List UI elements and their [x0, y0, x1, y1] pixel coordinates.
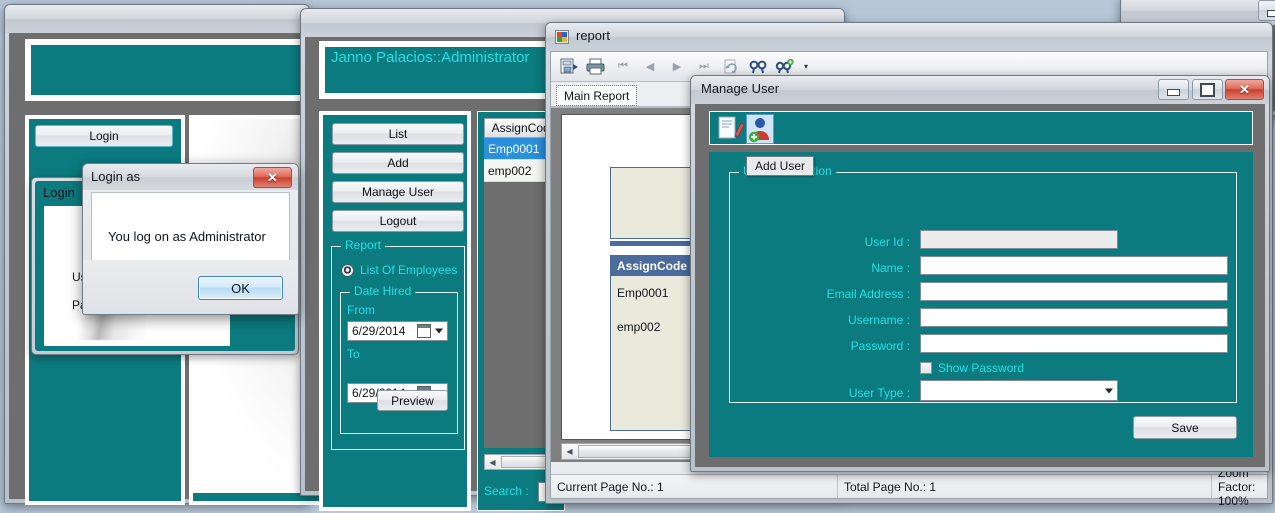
first-page-icon[interactable]: ⏮ [611, 56, 635, 78]
manage-user-minimize-button[interactable] [1158, 79, 1189, 100]
from-label: From [347, 303, 375, 317]
minimize-glyph [1259, 1, 1275, 20]
list-of-employees-label: List Of Employees [360, 263, 457, 277]
minimize-glyph [1159, 80, 1188, 99]
manage-user-panel: User Information User Id : Name : Email … [709, 152, 1253, 457]
edit-user-icon[interactable] [716, 115, 744, 143]
user-id-field[interactable] [920, 230, 1118, 249]
user-type-select[interactable] [920, 380, 1118, 401]
chevron-down-icon [435, 329, 443, 334]
login-button[interactable]: Login [35, 125, 173, 147]
report-window-titlebar[interactable]: report [546, 23, 1272, 51]
save-button[interactable]: Save [1133, 416, 1237, 439]
zoom-factor-status: Zoom Factor: 100% [1212, 475, 1267, 498]
command-panel: List Add Manage User Logout Report List … [323, 115, 467, 507]
preview-button[interactable]: Preview [377, 390, 448, 411]
show-password-label: Show Password [938, 361, 1024, 375]
current-page-status: Current Page No.: 1 [551, 475, 838, 498]
vb-form-icon [555, 30, 569, 44]
calendar-icon [417, 324, 431, 338]
date-from-picker[interactable]: 6/29/2014 [347, 321, 448, 341]
report-cell: Emp0001 [611, 286, 668, 300]
manage-user-dialog[interactable]: Manage User ✕ [690, 75, 1270, 472]
password-field[interactable] [920, 334, 1228, 353]
radio-indicator [341, 264, 354, 277]
close-icon: ✕ [1226, 80, 1263, 99]
print-icon[interactable] [584, 56, 608, 78]
login-as-title: Login as [91, 169, 140, 184]
add-user-tooltip: Add User [746, 156, 814, 176]
scroll-left-arrow-icon[interactable]: ◀ [562, 444, 577, 459]
manage-user-close-button[interactable]: ✕ [1225, 79, 1264, 100]
date-hired-caption: Date Hired [350, 284, 415, 298]
date-hired-groupbox: Date Hired From 6/29/2014 To 6/29/2014 [340, 292, 458, 434]
logout-button[interactable]: Logout [332, 210, 464, 232]
chevron-down-icon [1105, 388, 1113, 393]
email-address-field[interactable] [920, 282, 1228, 301]
report-window-title: report [576, 28, 610, 43]
maximize-glyph [1193, 80, 1222, 99]
report-groupbox: Report List Of Employees Date Hired From… [331, 246, 465, 450]
command-panel-frame: List Add Manage User Logout Report List … [319, 111, 471, 511]
export-icon[interactable] [557, 56, 581, 78]
report-cell: emp002 [611, 320, 660, 334]
add-button[interactable]: Add [332, 152, 464, 174]
name-label: Name : [770, 261, 910, 275]
manage-user-maximize-button[interactable] [1192, 79, 1223, 100]
user-type-label: User Type : [770, 386, 910, 400]
search-label: Search : [484, 484, 529, 498]
login-as-close-button[interactable]: ✕ [253, 167, 292, 188]
close-icon: ✕ [254, 168, 291, 187]
list-of-employees-radio[interactable]: List Of Employees [341, 263, 457, 277]
login-subwindow-title: Login [43, 185, 75, 200]
login-as-footer: OK [83, 260, 298, 314]
date-from-value: 6/29/2014 [352, 324, 405, 338]
to-label: To [347, 347, 360, 361]
user-id-label: User Id : [770, 235, 910, 249]
previous-page-icon[interactable]: ◀ [638, 56, 662, 78]
user-banner-label: Janno Palacios::Administrator [331, 49, 529, 66]
manage-user-toolbar [709, 111, 1253, 145]
username-field[interactable] [920, 308, 1228, 327]
total-page-status: Total Page No.: 1 [838, 475, 1212, 498]
add-user-icon[interactable] [746, 114, 774, 144]
password-label: Password : [770, 339, 910, 353]
show-password-checkbox[interactable]: Show Password [920, 361, 1024, 375]
tab-main-report[interactable]: Main Report [556, 85, 637, 106]
report-status-bar: Current Page No.: 1 Total Page No.: 1 Zo… [551, 474, 1267, 498]
scroll-left-arrow-icon[interactable]: ◀ [485, 455, 500, 469]
next-page-icon[interactable]: ▶ [665, 56, 689, 78]
checkbox-indicator [920, 362, 932, 374]
email-address-label: Email Address : [770, 287, 910, 301]
username-label: Username : [770, 313, 910, 327]
login-as-dialog[interactable]: Login as ✕ You log on as Administrator O… [82, 163, 299, 315]
name-field[interactable] [920, 256, 1228, 275]
report-groupbox-caption: Report [341, 238, 385, 252]
list-button[interactable]: List [332, 123, 464, 145]
background-window-minimize-button[interactable] [1258, 0, 1275, 21]
user-information-groupbox: User Information User Id : Name : Email … [729, 172, 1237, 403]
employee-window-titlebar[interactable] [5, 5, 309, 33]
login-as-message: You log on as Administrator [108, 229, 266, 244]
ok-button[interactable]: OK [198, 276, 283, 300]
manage-user-title: Manage User [701, 81, 779, 96]
manage-user-button[interactable]: Manage User [332, 181, 464, 203]
